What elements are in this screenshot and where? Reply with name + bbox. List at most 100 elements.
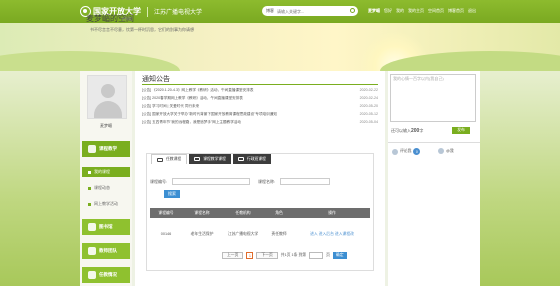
user-link[interactable]: 空间首页 [428,8,444,14]
course-name-input[interactable] [280,178,330,185]
user-greeting: 麦梦嵋 [368,8,380,13]
notice-item[interactable]: [公告] 学习时间 | 关爱时代 同行未来 2020-05-20 [142,104,378,111]
course-code-input[interactable] [172,178,250,185]
notice-divider [142,84,378,85]
monitor-icon [194,157,201,161]
grass-decoration-left [0,71,80,286]
sidebar-item-label: 图书馆 [99,224,113,229]
comment-icon [392,148,398,155]
logout-link[interactable]: 退出 [468,8,476,14]
tab-teaching-courses[interactable]: 任教课程 [151,154,188,164]
pagination: 上一页 1 下一页 共1页 1条 到第 页 确定 [222,252,347,259]
column-header: 课程编号 [158,210,174,215]
notice-text: [公告] 《2020.1.20-4.3》网上教学《教研》活动，午间直播课堂安排表 [142,88,254,92]
library-icon [88,223,96,231]
search-box: 博客 [262,6,358,16]
notice-date: 2020-05-04 [359,120,378,124]
monitor-icon [237,157,244,161]
publish-button[interactable]: 发布 [452,127,470,134]
page-summary: 共1页 1条 到第 [280,253,307,257]
table-row: 00146 老年生活保护 江苏广播电视大学 责任教师 进入 进入后台 进入课程改 [150,229,370,239]
sidebar-item-label: 课程教学 [99,146,117,151]
current-page[interactable]: 1 [246,252,254,259]
sidebar-item-label: 任教情况 [99,272,117,277]
sidebar-item-teaching-status[interactable]: 任教情况 [82,267,130,283]
edit-title-link[interactable]: [修改] [122,16,132,22]
cell-code: 00146 [160,232,172,236]
notice-title: 通知公告 [142,76,170,83]
notice-text: [公告] 国家开放大学关于举办"新时代背景下国家开放教育课程思政建设"专项培训通… [142,112,277,116]
bullet-icon [88,202,91,206]
bullet-icon [88,186,91,190]
sidebar-user-name[interactable]: 麦梦嵋 [80,123,132,129]
notice-text: [公告] 2020春学期网上教学《教研》活动，午间直播课堂安排表 [142,96,243,100]
notice-text: [公告] 五四青年节"我的远程路，我是追梦手"网上主题教学活动 [142,120,241,124]
tab-label: 任教课程 [166,157,182,161]
sidebar-item-label: 教师团队 [99,248,117,253]
char-count: 还可以输入200字 [391,128,424,134]
page-go-button[interactable]: 确定 [332,252,347,259]
logo-divider [147,6,148,17]
course-code-label: 课程编号: [150,179,168,184]
search-input[interactable] [277,8,337,14]
sidebar-item-course-teaching[interactable]: 课程教学 [82,141,130,157]
blog-motto: 书不尽言言不尽意，饮第一杯时沉思，它们的别事为你请想 [90,27,194,32]
notice-text: [公告] 学习时间 | 关爱时代 同行未来 [142,104,200,108]
page-jump-input[interactable] [309,252,324,259]
banner [0,23,560,71]
tab-class-courses[interactable]: 行政班课程 [232,154,271,164]
avatar-head-icon [101,84,115,98]
column-header: 操作 [328,210,336,215]
tab-course-teaching[interactable]: 课程教学课程 [189,154,231,164]
search-button[interactable]: 搜索 [164,190,180,198]
search-category-select[interactable]: 博客 [266,8,274,14]
grass-decoration-right [480,71,560,286]
comment-count-badge: 0 [413,148,421,155]
table-header: 课程编号 课程名称 任教机构 角色 操作 [150,208,370,218]
page-unit: 页 [326,253,330,257]
prev-page-button[interactable]: 上一页 [222,252,244,259]
mentions-stat[interactable]: @我 [438,148,454,154]
course-tabs: 任教课程 课程教学课程 行政班课程 [151,154,271,164]
notice-item[interactable]: [公告] 《2020.1.20-4.3》网上教学《教研》活动，午间直播课堂安排表… [142,88,378,95]
cell-role: 责任教师 [271,231,287,236]
user-link: 您好 [384,8,392,13]
cell-org: 江苏广播电视大学 [227,231,259,236]
notice-item[interactable]: [公告] 2020春学期网上教学《教研》活动，午间直播课堂安排表 2020-02… [142,96,378,103]
book-icon [88,145,96,153]
column-header: 角色 [275,210,283,215]
user-link[interactable]: 我的主页 [408,8,424,14]
notice-item[interactable]: [公告] 国家开放大学关于举办"新时代背景下国家开放教育课程思政建设"专项培训通… [142,112,378,119]
column-header: 课程名称 [194,210,210,215]
notice-date: 2020-05-20 [359,104,378,108]
sidebar-sub-online-activity[interactable]: 网上教学活动 [82,199,130,209]
sidebar: 麦梦嵋 课程教学 我的课程 课程动态 网上教学活动 图书馆 教师团队 任教情况 [80,71,132,286]
status-placeholder: 我的心情一百字以内(我自己) [393,76,444,81]
user-link[interactable]: 博客首页 [448,8,464,14]
sidebar-sub-my-courses[interactable]: 我的课程 [82,167,130,177]
sidebar-item-library[interactable]: 图书馆 [82,219,130,235]
status-icon [88,271,96,279]
comments-stat[interactable]: 评论我 0 [392,148,421,155]
mention-icon [438,148,444,154]
search-icon[interactable] [350,8,355,13]
cell-name: 老年生活保护 [190,231,214,236]
avatar[interactable] [87,75,127,119]
notice-item[interactable]: [公告] 五四青年节"我的远程路，我是追梦手"网上主题教学活动 2020-05-… [142,120,378,127]
next-page-button[interactable]: 下一页 [256,252,278,259]
sidebar-item-teacher-team[interactable]: 教师团队 [82,243,130,259]
stat-label: 评论我 [400,149,412,153]
avatar-body-icon [94,101,122,118]
sidebar-sub-label: 网上教学活动 [94,201,118,206]
tab-label: 课程教学课程 [203,156,226,161]
cell-action-links[interactable]: 进入 进入后台 进入课程改 [294,232,370,237]
right-divider [388,142,480,143]
hill-decoration [0,51,180,71]
user-link[interactable]: 我的 [396,8,404,14]
top-bar: 国家开放大学 江苏广播电视大学 博客 麦梦嵋 您好 我的 我的主页 空间首页 博… [0,0,560,23]
team-icon [88,247,96,255]
notice-date: 2020-02-24 [359,96,378,100]
sidebar-sub-course-news[interactable]: 课程动态 [82,183,130,193]
tab-label: 行政班课程 [246,156,266,161]
notice-date: 2020-02-22 [359,88,378,92]
